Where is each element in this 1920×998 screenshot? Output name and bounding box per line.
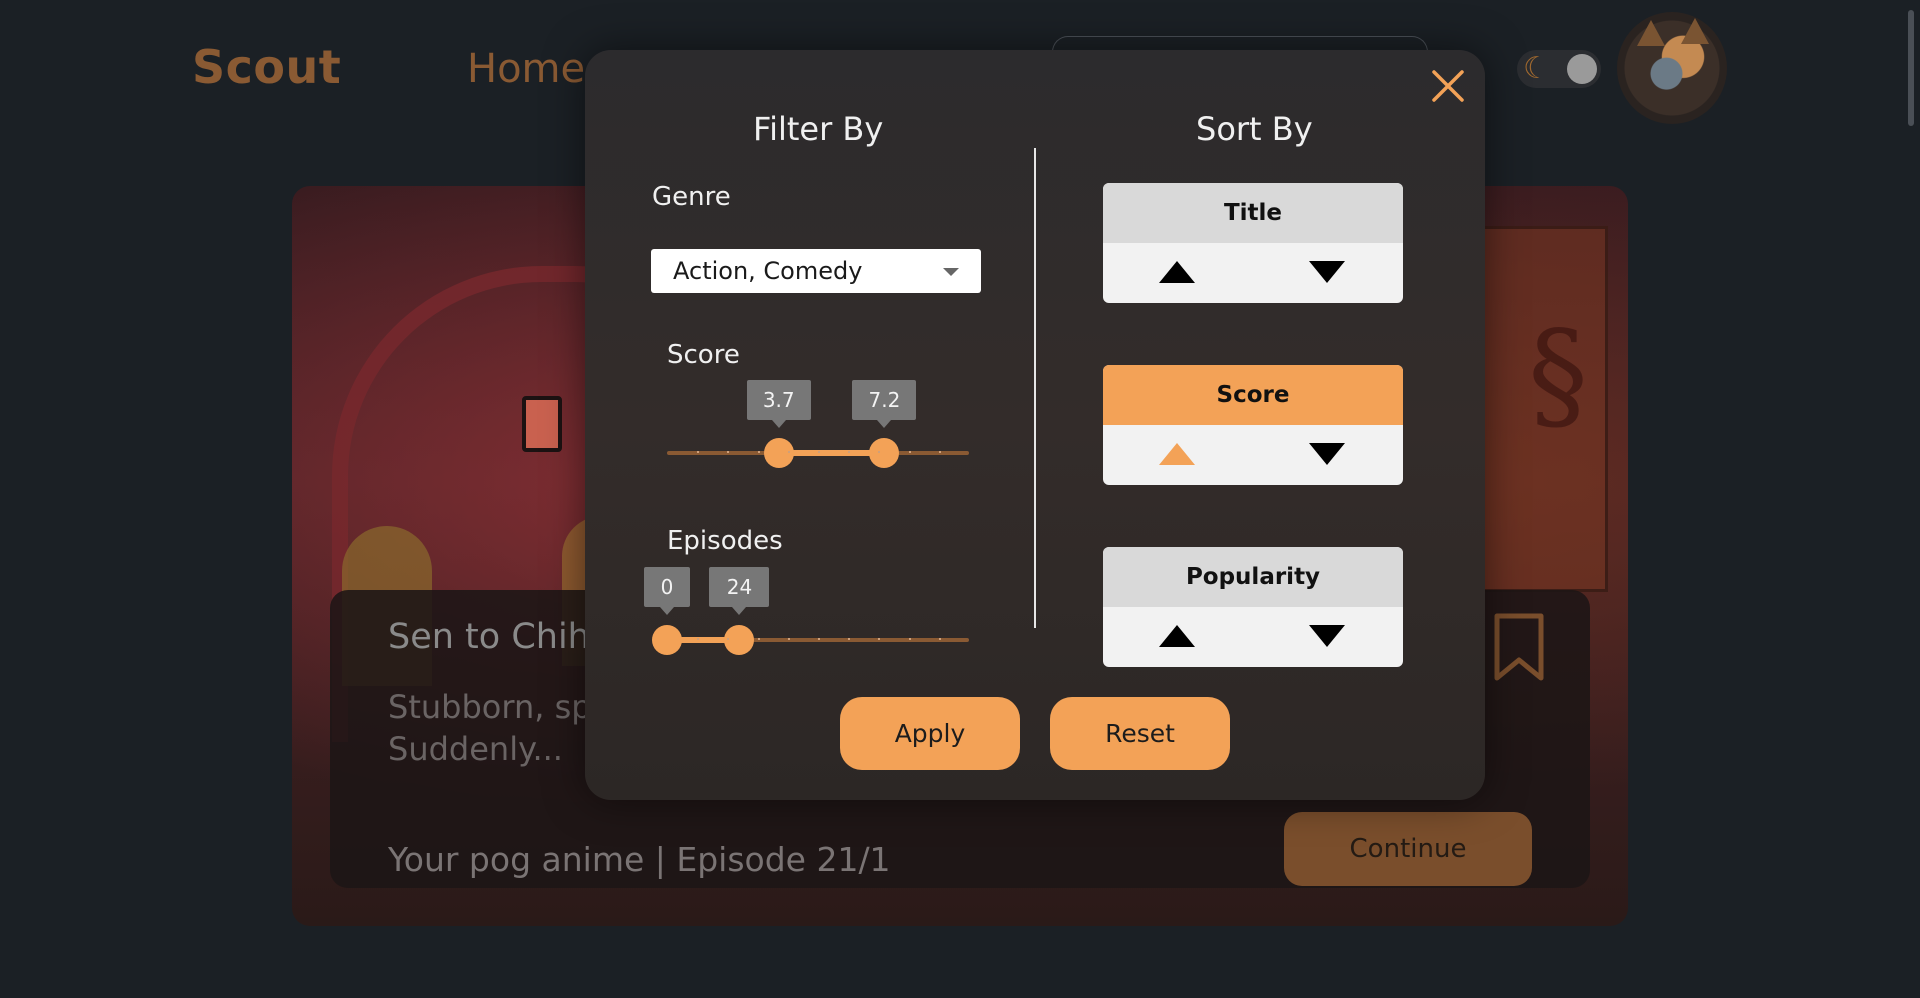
theme-toggle[interactable]: ☾ xyxy=(1517,50,1601,88)
slider-tick xyxy=(878,451,881,453)
avatar-ear xyxy=(1681,18,1709,44)
slider-tick xyxy=(757,451,760,453)
sort-direction-group xyxy=(1103,425,1403,485)
sort-heading: Sort By xyxy=(1196,110,1313,148)
reset-button[interactable]: Reset xyxy=(1050,697,1230,770)
slider-tick xyxy=(908,638,911,640)
sort-desc-icon[interactable] xyxy=(1309,443,1345,465)
moon-icon: ☾ xyxy=(1523,51,1550,86)
nav-home-link[interactable]: Home xyxy=(467,46,585,92)
episodes-slider[interactable]: 0 24 xyxy=(644,567,969,655)
slider-tick xyxy=(697,451,700,453)
filter-heading: Filter By xyxy=(753,110,884,148)
hero-ornament: § xyxy=(1528,306,1588,445)
sort-asc-icon[interactable] xyxy=(1159,261,1195,283)
sort-desc-icon[interactable] xyxy=(1309,261,1345,283)
slider-tick xyxy=(878,638,881,640)
slider-tick xyxy=(938,638,941,640)
anime-title: Sen to Chih xyxy=(388,617,590,657)
slider-tick xyxy=(848,638,851,640)
sort-card-title: Title xyxy=(1103,183,1403,303)
sort-score-header[interactable]: Score xyxy=(1103,365,1403,425)
genre-select-value: Action, Comedy xyxy=(673,257,863,285)
slider-tick xyxy=(787,451,790,453)
sort-direction-group xyxy=(1103,243,1403,303)
bookmark-icon[interactable] xyxy=(1492,612,1546,684)
sort-asc-icon[interactable] xyxy=(1159,625,1195,647)
episodes-label: Episodes xyxy=(667,526,783,556)
episodes-low-thumb[interactable] xyxy=(652,625,682,655)
score-label: Score xyxy=(667,340,740,370)
score-low-thumb[interactable] xyxy=(763,438,794,468)
sort-title-header[interactable]: Title xyxy=(1103,183,1403,243)
score-slider[interactable]: 3.7 7.2 xyxy=(667,380,969,468)
sort-desc-icon[interactable] xyxy=(1309,625,1345,647)
slider-tick xyxy=(757,638,760,640)
anime-progress: Your pog anime | Episode 21/1 xyxy=(388,840,891,879)
avatar[interactable] xyxy=(1617,12,1727,124)
slider-tick xyxy=(818,451,820,453)
avatar-ear xyxy=(1637,20,1665,46)
slider-tick xyxy=(697,638,700,640)
slider-tick xyxy=(727,451,730,453)
sort-card-popularity: Popularity xyxy=(1103,547,1403,667)
close-icon[interactable] xyxy=(1430,68,1466,104)
slider-tick xyxy=(848,451,851,453)
slider-tick xyxy=(938,451,941,453)
genre-label: Genre xyxy=(652,182,731,212)
episodes-high-tooltip: 24 xyxy=(709,567,770,615)
slider-tick xyxy=(818,638,820,640)
score-low-tooltip: 3.7 xyxy=(746,380,811,428)
apply-button[interactable]: Apply xyxy=(840,697,1020,770)
site-logo[interactable]: Scout xyxy=(192,40,341,94)
sort-direction-group xyxy=(1103,607,1403,667)
score-high-tooltip: 7.2 xyxy=(852,380,917,428)
genre-select[interactable]: Action, Comedy xyxy=(651,249,981,293)
page-scrollbar[interactable] xyxy=(1908,10,1914,126)
slider-tick xyxy=(908,451,911,453)
continue-button[interactable]: Continue xyxy=(1284,812,1532,886)
hero-lamp xyxy=(522,396,562,452)
slider-tick xyxy=(787,638,790,640)
sort-card-score: Score xyxy=(1103,365,1403,485)
toggle-knob xyxy=(1567,54,1597,84)
episodes-low-tooltip: 0 xyxy=(644,567,690,615)
sort-asc-icon[interactable] xyxy=(1159,443,1195,465)
modal-divider xyxy=(1034,148,1036,628)
chevron-down-icon xyxy=(943,268,959,276)
slider-tick xyxy=(727,638,730,640)
sort-popularity-header[interactable]: Popularity xyxy=(1103,547,1403,607)
